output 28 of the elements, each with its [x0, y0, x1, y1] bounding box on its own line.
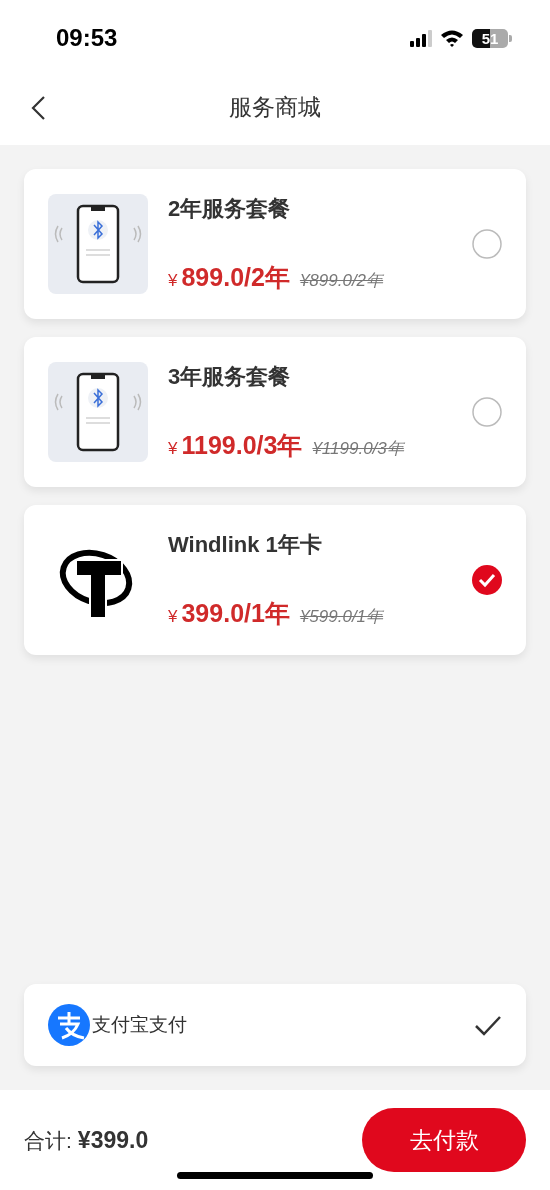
- pay-button[interactable]: 去付款: [362, 1108, 526, 1172]
- radio-button[interactable]: [472, 229, 502, 259]
- original-price: ¥1199.0/3年: [312, 438, 404, 460]
- payment-method-label: 支付宝支付: [92, 1013, 188, 1037]
- package-card[interactable]: 2年服务套餐 ¥ 899.0/2年 ¥899.0/2年: [24, 169, 526, 319]
- package-price: ¥ 1199.0/3年: [168, 430, 303, 461]
- page-title: 服务商城: [229, 93, 321, 122]
- package-name: 2年服务套餐: [168, 195, 292, 223]
- package-name: Windlink 1年卡: [168, 531, 323, 559]
- original-price: ¥899.0/2年: [299, 270, 384, 292]
- package-card[interactable]: Windlink 1年卡 ¥ 399.0/1年 ¥599.0/1年: [24, 505, 526, 655]
- package-price: ¥ 899.0/2年: [168, 262, 290, 293]
- radio-button[interactable]: [472, 397, 502, 427]
- package-card[interactable]: 3年服务套餐 ¥ 1199.0/3年 ¥1199.0/3年: [24, 337, 526, 487]
- back-button[interactable]: [30, 95, 48, 121]
- package-price: ¥ 399.0/1年: [168, 598, 290, 629]
- original-price: ¥599.0/1年: [299, 606, 384, 628]
- phone-icon: [48, 362, 148, 462]
- total-label: 合计:: [24, 1128, 72, 1154]
- payment-logo-icon: [48, 1004, 90, 1046]
- status-time: 09:53: [56, 24, 118, 52]
- radio-button[interactable]: [472, 565, 502, 595]
- phone-icon: [48, 194, 148, 294]
- wifi-icon: [440, 29, 464, 47]
- package-name: 3年服务套餐: [168, 363, 292, 391]
- battery-icon: 51: [472, 28, 508, 48]
- signal-icon: [410, 29, 432, 47]
- total-amount: ¥399.0: [77, 1127, 149, 1154]
